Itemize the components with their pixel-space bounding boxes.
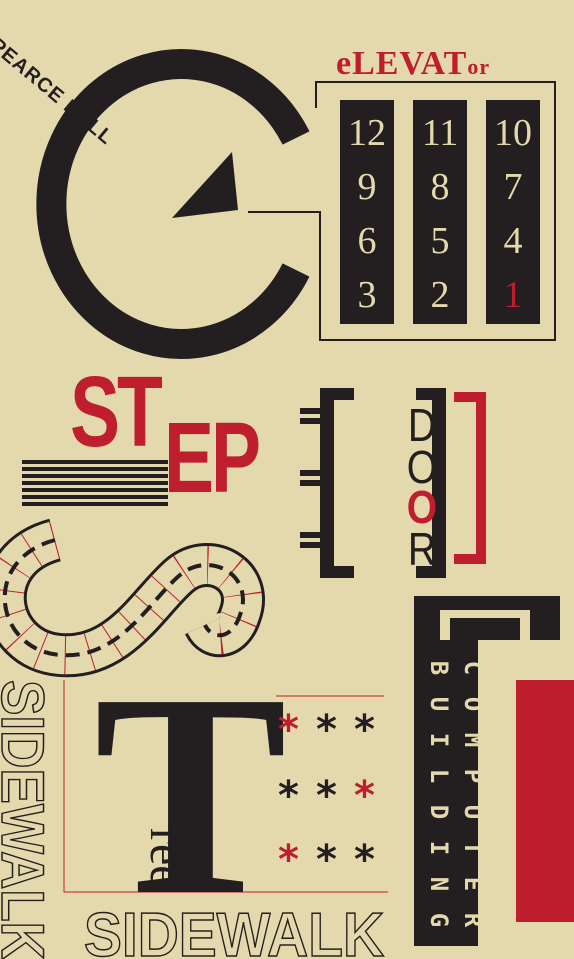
building-letter: B — [425, 660, 453, 676]
computer-letter: E — [459, 876, 487, 892]
building-letter: L — [425, 768, 453, 784]
floor-button[interactable]: 12 — [340, 114, 394, 152]
star-icon: * — [354, 773, 375, 819]
building-letter: G — [425, 912, 453, 928]
star-icon: * — [278, 707, 299, 753]
building-letter: I — [425, 732, 453, 748]
computer-letter: O — [459, 696, 487, 712]
tree-rest: ree — [140, 828, 193, 887]
computer-letter: M — [459, 732, 487, 748]
star-icon: * — [354, 837, 375, 883]
floor-button[interactable]: 6 — [340, 222, 394, 260]
floor-button[interactable]: 9 — [340, 168, 394, 206]
floor-button[interactable]: 3 — [340, 276, 394, 314]
tree-big-t: T — [94, 634, 288, 955]
star-icon: * — [278, 773, 299, 819]
star-icon: * — [316, 837, 337, 883]
door-frame-red — [454, 392, 486, 564]
door-letter: R — [407, 523, 437, 575]
floor-button[interactable]: 10 — [486, 114, 540, 152]
elevator-title-tail: or — [467, 54, 491, 79]
door-bracket-left — [300, 388, 354, 578]
floor-button[interactable]: 11 — [413, 114, 467, 152]
star-icon: * — [278, 837, 299, 883]
computer-letter: T — [459, 840, 487, 856]
building-letter: D — [425, 804, 453, 820]
floor-button[interactable]: 4 — [486, 222, 540, 260]
computer-letter: C — [459, 660, 487, 676]
floor-button[interactable]: 2 — [413, 276, 467, 314]
computer-building-red-block — [516, 680, 574, 922]
star-icon: * — [354, 707, 375, 753]
floor-button-highlighted[interactable]: 1 — [486, 276, 540, 314]
floor-button[interactable]: 5 — [413, 222, 467, 260]
arrow-head-icon — [172, 152, 238, 218]
building-letter: N — [425, 876, 453, 892]
star-icon: * — [316, 707, 337, 753]
sidewalk-vertical-outline: SIDEWALK — [0, 680, 56, 959]
elevator-title-main: eLEVAT — [336, 45, 468, 82]
step-word-ep: EP — [164, 402, 261, 514]
floor-button[interactable]: 8 — [413, 168, 467, 206]
computer-letter: U — [459, 804, 487, 820]
step-word-st: ST — [70, 356, 163, 468]
computer-letter: R — [459, 912, 487, 928]
building-letter: U — [425, 696, 453, 712]
computer-letter: P — [459, 768, 487, 784]
floor-button[interactable]: 7 — [486, 168, 540, 206]
star-icon: * — [316, 773, 337, 819]
building-letter: I — [425, 840, 453, 856]
big-c-shape — [36, 49, 310, 359]
elevator-title: eLEVATor — [336, 45, 490, 83]
